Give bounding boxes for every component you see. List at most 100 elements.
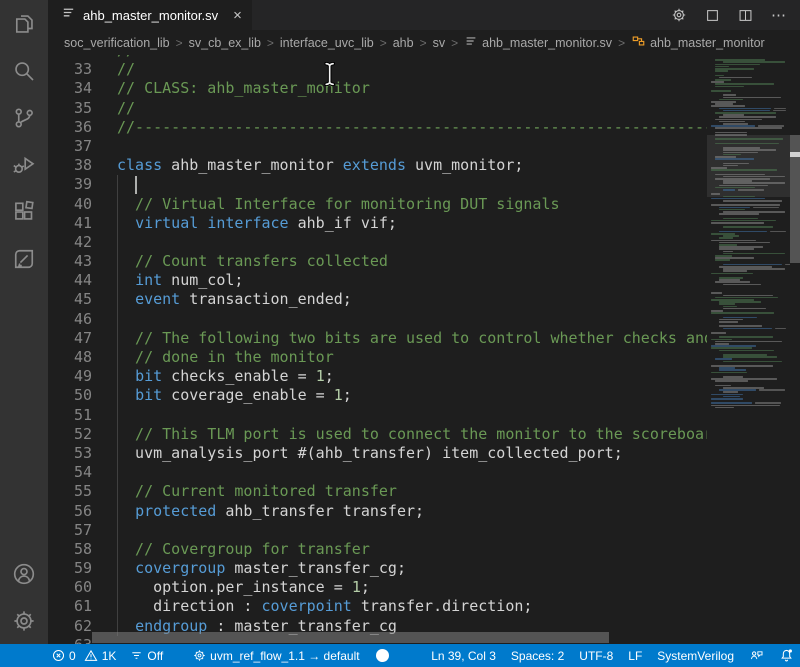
minimap-line (715, 281, 750, 283)
line-number[interactable]: 55 (48, 482, 92, 501)
minimap-line (711, 90, 731, 92)
eol-status[interactable]: LF (628, 649, 642, 663)
notifications-bell-icon[interactable] (779, 648, 794, 663)
minimap-line (723, 94, 736, 96)
minimap-line (715, 70, 728, 72)
line-number[interactable]: 60 (48, 578, 92, 597)
tab-ahb-master-monitor[interactable]: ahb_master_monitor.sv × (48, 0, 252, 30)
settings-gear-icon[interactable] (0, 597, 48, 644)
code-line-36: 36 //------------------------------------… (48, 118, 707, 137)
layout-square-icon[interactable] (705, 8, 720, 23)
split-editor-icon[interactable] (738, 8, 753, 23)
language-status[interactable]: SystemVerilog (657, 649, 734, 663)
status-bar: 0 1K Off uvm_ref_flow_1.1 → default Ln 3… (0, 644, 800, 667)
error-count: 0 (69, 649, 76, 663)
code-line-58: 58 // Covergroup for transfer (48, 540, 707, 559)
line-number[interactable]: 37 (48, 137, 92, 156)
line-number[interactable]: 49 (48, 367, 92, 386)
breadcrumb-item-ahb-master-monitor[interactable]: ahb_master_monitor (631, 34, 765, 51)
extensions-icon[interactable] (0, 188, 48, 235)
line-number[interactable]: 46 (48, 310, 92, 329)
minimap-line (723, 328, 772, 330)
line-number[interactable]: 47 (48, 329, 92, 348)
line-number[interactable]: 34 (48, 79, 92, 98)
env-status[interactable]: uvm_ref_flow_1.1 → default (193, 649, 359, 663)
run-debug-icon[interactable] (0, 141, 48, 188)
horizontal-scrollbar-thumb[interactable] (92, 632, 609, 643)
breadcrumb-item-ahb-master-monitor-sv[interactable]: ahb_master_monitor.sv (464, 34, 612, 51)
breadcrumb-item-ahb[interactable]: ahb (393, 36, 414, 50)
chevron-right-icon: > (267, 36, 274, 50)
code-line-61: 61 direction : coverpoint transfer.direc… (48, 597, 707, 616)
minimap-line (719, 116, 776, 118)
code-text: // Current monitored transfer (117, 482, 397, 501)
line-number[interactable]: 40 (48, 195, 92, 214)
minimap-line (711, 204, 780, 206)
line-number[interactable]: 63 (48, 636, 92, 644)
more-actions-icon[interactable]: ⋯ (771, 6, 787, 24)
line-number[interactable]: 59 (48, 559, 92, 578)
line-number[interactable]: 51 (48, 406, 92, 425)
minimap-line (719, 248, 754, 250)
line-number[interactable]: 56 (48, 502, 92, 521)
explorer-icon[interactable] (0, 0, 48, 47)
code-area[interactable]: 32//33//34// CLASS: ahb_master_monitor35… (48, 55, 707, 644)
minimap-line (711, 273, 753, 275)
line-number[interactable]: 52 (48, 425, 92, 444)
gear-icon[interactable] (671, 7, 687, 23)
minimap-line (711, 193, 720, 195)
line-number[interactable]: 45 (48, 290, 92, 309)
status-circle-icon[interactable] (376, 649, 389, 662)
minimap[interactable] (707, 55, 790, 644)
feedback-icon[interactable] (749, 649, 764, 663)
line-number[interactable]: 62 (48, 617, 92, 636)
chevron-right-icon: > (176, 36, 183, 50)
filter-off-status[interactable]: Off (130, 649, 163, 663)
indentation-status[interactable]: Spaces: 2 (511, 649, 564, 663)
line-number[interactable]: 53 (48, 444, 92, 463)
breadcrumb-item-interface-uvc-lib[interactable]: interface_uvc_lib (280, 36, 374, 50)
warning-count: 1K (102, 649, 117, 663)
encoding-status[interactable]: UTF-8 (579, 649, 613, 663)
line-number[interactable]: 35 (48, 99, 92, 118)
code-text: //--------------------------------------… (117, 118, 707, 137)
edit-tool-icon[interactable] (0, 235, 48, 282)
code-line-49: 49 bit checks_enable = 1; (48, 367, 707, 386)
minimap-line (711, 394, 743, 396)
close-icon[interactable]: × (233, 8, 242, 23)
code-line-55: 55 // Current monitored transfer (48, 482, 707, 501)
breadcrumb-item-sv-cb-ex-lib[interactable]: sv_cb_ex_lib (189, 36, 261, 50)
minimap-line (715, 134, 747, 136)
search-icon[interactable] (0, 47, 48, 94)
line-number[interactable]: 38 (48, 156, 92, 175)
breadcrumb-item-soc-verification-lib[interactable]: soc_verification_lib (64, 36, 170, 50)
line-number[interactable]: 41 (48, 214, 92, 233)
problems-status[interactable]: 0 1K (52, 649, 116, 663)
line-number[interactable]: 44 (48, 271, 92, 290)
line-number[interactable]: 50 (48, 386, 92, 405)
line-number[interactable]: 33 (48, 60, 92, 79)
status-bar-right: Ln 39, Col 3 Spaces: 2 UTF-8 LF SystemVe… (431, 648, 794, 663)
line-number[interactable]: 42 (48, 233, 92, 252)
line-col-status[interactable]: Ln 39, Col 3 (431, 649, 496, 663)
line-number[interactable]: 43 (48, 252, 92, 271)
code-line-54: 54 (48, 463, 707, 482)
line-number[interactable]: 36 (48, 118, 92, 137)
minimap-line (719, 303, 735, 305)
minimap-line (755, 402, 781, 404)
code-line-39: 39 (48, 175, 707, 194)
breadcrumb-item-sv[interactable]: sv (433, 36, 446, 50)
code-line-44: 44 int num_col; (48, 271, 707, 290)
line-number[interactable]: 54 (48, 463, 92, 482)
account-icon[interactable] (0, 550, 48, 597)
minimap-line (723, 317, 757, 319)
code-line-59: 59 covergroup master_transfer_cg; (48, 559, 707, 578)
source-control-icon[interactable] (0, 94, 48, 141)
vertical-scrollbar[interactable] (790, 55, 800, 644)
line-number[interactable]: 48 (48, 348, 92, 367)
line-number[interactable]: 61 (48, 597, 92, 616)
chevron-right-icon: > (420, 36, 427, 50)
line-number[interactable]: 39 (48, 175, 92, 194)
line-number[interactable]: 58 (48, 540, 92, 559)
line-number[interactable]: 57 (48, 521, 92, 540)
